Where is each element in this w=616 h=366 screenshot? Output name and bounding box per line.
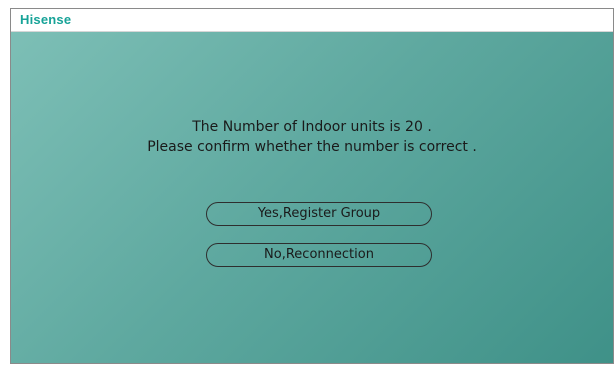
header-bar: Hisense — [11, 9, 613, 32]
confirm-prompt-text: Please confirm whether the number is cor… — [147, 139, 477, 155]
register-group-button[interactable]: Yes,Register Group — [206, 202, 432, 226]
brand-logo: Hisense — [20, 12, 72, 27]
app-window: Hisense The Number of Indoor units is 20… — [10, 8, 614, 364]
confirmation-message: The Number of Indoor units is 20 . Pleas… — [11, 117, 613, 157]
indoor-unit-count-text: The Number of Indoor units is 20 . — [192, 119, 432, 135]
main-screen: The Number of Indoor units is 20 . Pleas… — [11, 32, 613, 363]
reconnection-button[interactable]: No,Reconnection — [206, 243, 432, 267]
